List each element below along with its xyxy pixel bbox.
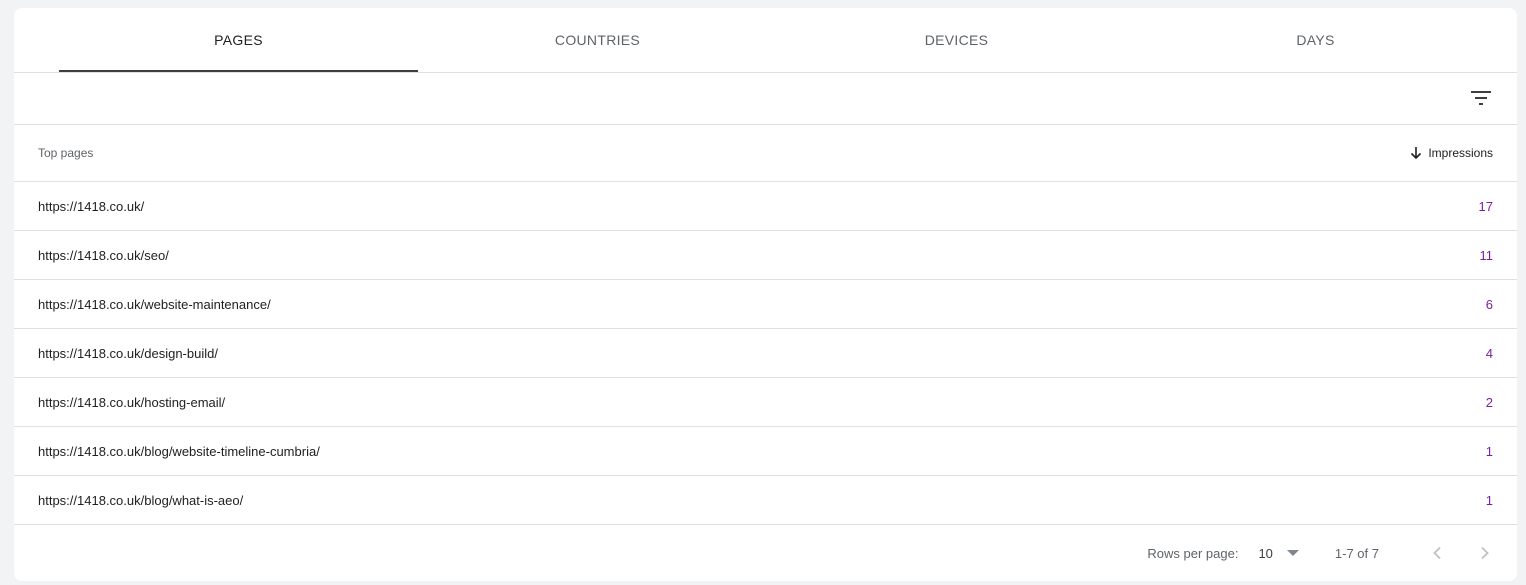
page-url[interactable]: https://1418.co.uk/hosting-email/ bbox=[38, 395, 1486, 410]
column-header-impressions-label: Impressions bbox=[1428, 146, 1493, 160]
page-range: 1-7 of 7 bbox=[1334, 545, 1379, 561]
impressions-value: 4 bbox=[1485, 345, 1493, 361]
page-url[interactable]: https://1418.co.uk/design-build/ bbox=[38, 346, 1486, 361]
rows-per-page-select[interactable]: 10 bbox=[1258, 545, 1299, 561]
table-toolbar bbox=[14, 73, 1517, 125]
performance-card: PAGES COUNTRIES DEVICES DAYS Top pages I… bbox=[14, 8, 1517, 581]
page-url[interactable]: https://1418.co.uk/blog/what-is-aeo/ bbox=[38, 493, 1486, 508]
table-row[interactable]: https://1418.co.uk/blog/website-timeline… bbox=[14, 427, 1517, 476]
filter-icon[interactable] bbox=[1469, 86, 1493, 110]
table-row[interactable]: https://1418.co.uk/design-build/ 4 bbox=[14, 329, 1517, 378]
chevron-left-icon[interactable] bbox=[1425, 541, 1449, 565]
table-row[interactable]: https://1418.co.uk/blog/what-is-aeo/ 1 bbox=[14, 476, 1517, 525]
table-row[interactable]: https://1418.co.uk/seo/ 11 bbox=[14, 231, 1517, 280]
tab-days[interactable]: DAYS bbox=[1136, 8, 1495, 72]
rows-per-page-value: 10 bbox=[1258, 545, 1273, 561]
impressions-value: 1 bbox=[1485, 492, 1493, 508]
tab-pages[interactable]: PAGES bbox=[59, 8, 418, 72]
rows-per-page-label: Rows per page: bbox=[1147, 545, 1239, 561]
table-row[interactable]: https://1418.co.uk/ 17 bbox=[14, 182, 1517, 231]
impressions-value: 6 bbox=[1485, 296, 1493, 312]
pagination: Rows per page: 10 1-7 of 7 bbox=[1147, 525, 1517, 581]
tab-devices[interactable]: DEVICES bbox=[777, 8, 1136, 72]
impressions-value: 17 bbox=[1478, 198, 1493, 214]
tab-bar: PAGES COUNTRIES DEVICES DAYS bbox=[14, 8, 1517, 73]
column-header-impressions[interactable]: Impressions bbox=[1410, 146, 1493, 160]
page-url[interactable]: https://1418.co.uk/seo/ bbox=[38, 248, 1480, 263]
impressions-value: 11 bbox=[1479, 247, 1494, 263]
impressions-value: 2 bbox=[1485, 394, 1493, 410]
dropdown-caret-icon bbox=[1286, 550, 1299, 556]
page-url[interactable]: https://1418.co.uk/ bbox=[38, 199, 1479, 214]
tab-countries[interactable]: COUNTRIES bbox=[418, 8, 777, 72]
column-header-top-pages: Top pages bbox=[38, 146, 94, 160]
chevron-right-icon[interactable] bbox=[1473, 541, 1497, 565]
table-header: Top pages Impressions bbox=[14, 125, 1517, 182]
page-url[interactable]: https://1418.co.uk/website-maintenance/ bbox=[38, 297, 1486, 312]
arrow-down-icon bbox=[1411, 147, 1422, 160]
impressions-value: 1 bbox=[1485, 443, 1493, 459]
page-url[interactable]: https://1418.co.uk/blog/website-timeline… bbox=[38, 444, 1486, 459]
table-row[interactable]: https://1418.co.uk/hosting-email/ 2 bbox=[14, 378, 1517, 427]
table-row[interactable]: https://1418.co.uk/website-maintenance/ … bbox=[14, 280, 1517, 329]
